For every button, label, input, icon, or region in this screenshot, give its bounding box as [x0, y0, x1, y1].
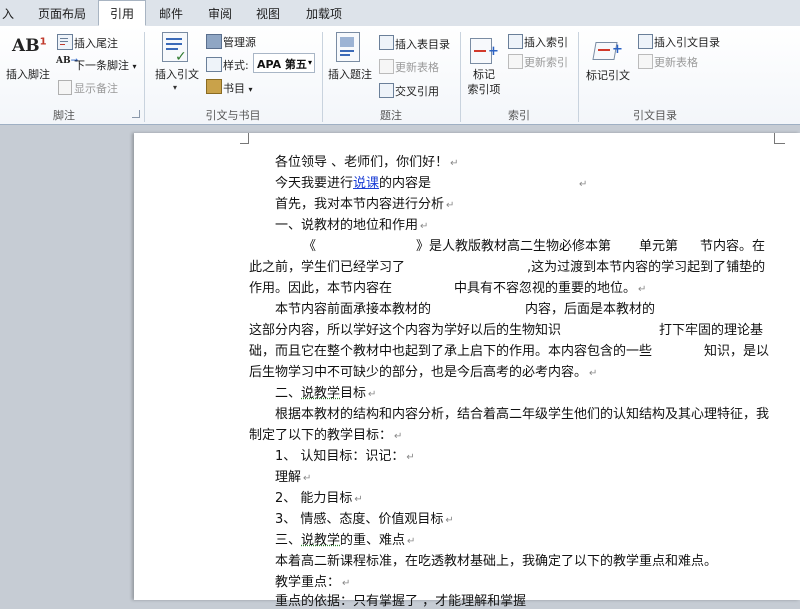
insert-toa-button[interactable]: 插入引文目录 — [654, 34, 720, 50]
next-footnote-label: 下一条脚注 — [74, 59, 129, 72]
group-separator — [322, 32, 323, 122]
mark-entry-button[interactable]: 标记 索引项 — [462, 67, 506, 97]
show-notes-button[interactable]: 显示备注 — [74, 80, 118, 96]
update-table-icon — [379, 59, 394, 74]
group-label-footnote: 脚注 — [53, 109, 75, 122]
cross-reference-icon — [379, 83, 394, 98]
chevron-down-icon: ▾ — [132, 62, 137, 71]
group-label-index: 索引 — [508, 109, 530, 122]
tab-page-layout[interactable]: 页面布局 — [32, 0, 92, 26]
update-table-button[interactable]: 更新表格 — [395, 59, 439, 75]
doc-line: 这部分内容，所以学好这个内容为学好以后的生物知识 打下牢固的理论基 — [249, 323, 764, 338]
insert-caption-button[interactable]: 插入题注 — [324, 66, 376, 82]
insert-table-of-figures-button[interactable]: 插入表目录 — [395, 36, 450, 52]
style-label: 样式: — [223, 59, 249, 72]
doc-line: 3、 情感、态度、价值观目标 ↵ — [275, 512, 454, 527]
update-index-button[interactable]: 更新索引 — [524, 54, 568, 70]
tab-addins[interactable]: 加载项 — [298, 0, 350, 26]
bibliography-button[interactable]: 书目 ▾ — [223, 80, 253, 96]
update-toa-icon — [638, 54, 653, 69]
bibliography-label: 书目 — [223, 82, 245, 95]
tab-mailings[interactable]: 邮件 — [152, 0, 190, 26]
insert-caption-icon — [336, 32, 360, 62]
insert-index-icon — [508, 34, 523, 49]
cross-reference-button[interactable]: 交叉引用 — [395, 83, 439, 99]
doc-line: 理解 ↵ — [275, 470, 312, 485]
mark-citation-button[interactable]: 标记引文 — [580, 67, 636, 83]
footnote-dialog-launcher-icon[interactable] — [132, 110, 140, 118]
crop-mark — [240, 133, 249, 144]
group-label-citations: 引文与书目 — [205, 109, 261, 122]
doc-line: 1、 认知目标：识记： ↵ — [275, 449, 415, 464]
doc-line: 教学重点： ↵ — [275, 575, 351, 590]
update-toa-button[interactable]: 更新表格 — [654, 54, 698, 70]
next-footnote-icon: AB→ — [56, 56, 79, 66]
tab-review[interactable]: 审阅 — [201, 0, 239, 26]
insert-footnote-icon: AB1 — [12, 36, 47, 56]
style-select[interactable]: APA 第五 ▾ — [253, 53, 315, 73]
manage-sources-button[interactable]: 管理源 — [223, 34, 256, 50]
tab-references[interactable]: 引用 — [98, 0, 146, 26]
mark-entry-label-line1: 标记 — [473, 68, 495, 81]
doc-line: 制定了以下的教学目标： ↵ — [249, 428, 403, 443]
insert-table-of-figures-icon — [379, 35, 394, 50]
show-notes-icon — [58, 80, 72, 95]
ribbon: AB1 插入脚注 插入尾注 AB→ 下一条脚注 ▾ 显示备注 脚注 ✓ 插入引文… — [0, 26, 800, 125]
style-icon — [206, 57, 222, 72]
doc-line: 二、说教学目标 ↵ — [275, 386, 377, 401]
doc-line: 本着高二新课程标准，在吃透教材基础上，我确定了以下的教学重点和难点。 — [275, 554, 718, 569]
tab-insert[interactable]: 入 — [0, 0, 18, 26]
doc-line: 2、 能力目标 ↵ — [275, 491, 363, 506]
mark-entry-label-line2: 索引项 — [467, 83, 501, 96]
next-footnote-button[interactable]: 下一条脚注 ▾ — [74, 57, 137, 73]
insert-index-button[interactable]: 插入索引 — [524, 34, 568, 50]
crop-mark — [774, 133, 785, 144]
group-separator — [460, 32, 461, 122]
group-separator — [144, 32, 145, 122]
doc-line: 三、说教学的重、难点 ↵ — [275, 533, 416, 548]
ribbon-tab-bar: 入 页面布局 引用 邮件 审阅 视图 加载项 — [0, 0, 800, 27]
group-separator — [578, 32, 579, 122]
update-index-icon — [508, 54, 523, 69]
group-label-toa: 引文目录 — [633, 109, 677, 122]
insert-citation-chevron-icon: ▾ — [173, 83, 178, 92]
manage-sources-icon — [206, 34, 222, 49]
chevron-down-icon: ▾ — [307, 58, 312, 67]
style-select-value: APA 第五 — [257, 58, 307, 71]
mark-entry-icon: + — [470, 36, 499, 64]
doc-line: 后生物学习中不可缺少的部分，也是今后高考的必考内容。 ↵ — [249, 365, 598, 380]
chevron-down-icon: ▾ — [248, 85, 253, 94]
doc-line: 础，而且它在整个教材中也起到了承上启下的作用。本内容包含的一些 知识，是以 — [249, 344, 770, 359]
doc-line: 一、说教材的地位和作用 ↵ — [275, 218, 429, 233]
insert-endnote-button[interactable]: 插入尾注 — [74, 35, 118, 51]
insert-citation-button[interactable]: 插入引文 — [152, 66, 202, 82]
hyperlink[interactable]: 说课 — [353, 176, 379, 191]
doc-line: 本节内容前面承接本教材的 内容，后面是本教材的 — [275, 302, 656, 317]
insert-citation-icon: ✓ — [162, 32, 188, 65]
insert-footnote-button[interactable]: 插入脚注 — [4, 66, 52, 82]
doc-line: 根据本教材的结构和内容分析，结合着高二年级学生他们的认知结构及其心理特征，我 — [275, 407, 770, 422]
doc-line: 此之前，学生们已经学习了 ,这为过渡到本节内容的学习起到了铺垫的 — [249, 260, 766, 275]
bibliography-icon — [206, 79, 222, 94]
doc-line: 今天我要进行说课的内容是 ↵ — [275, 176, 588, 191]
doc-line: 《》是人教版教材高二生物必修本第 单元第 节内容。在 — [303, 239, 766, 254]
tab-view[interactable]: 视图 — [249, 0, 287, 26]
doc-line: 各位领导 、老师们，你们好！ ↵ — [275, 155, 459, 170]
group-label-captions: 题注 — [380, 109, 402, 122]
doc-line: 作用。因此，本节内容在 中具有不容忽视的重要的地位。 ↵ — [249, 281, 647, 296]
insert-toa-icon — [638, 34, 653, 49]
insert-endnote-icon — [57, 34, 73, 50]
mark-citation-icon: + — [592, 36, 623, 64]
doc-line: 首先，我对本节内容进行分析 ↵ — [275, 197, 455, 212]
